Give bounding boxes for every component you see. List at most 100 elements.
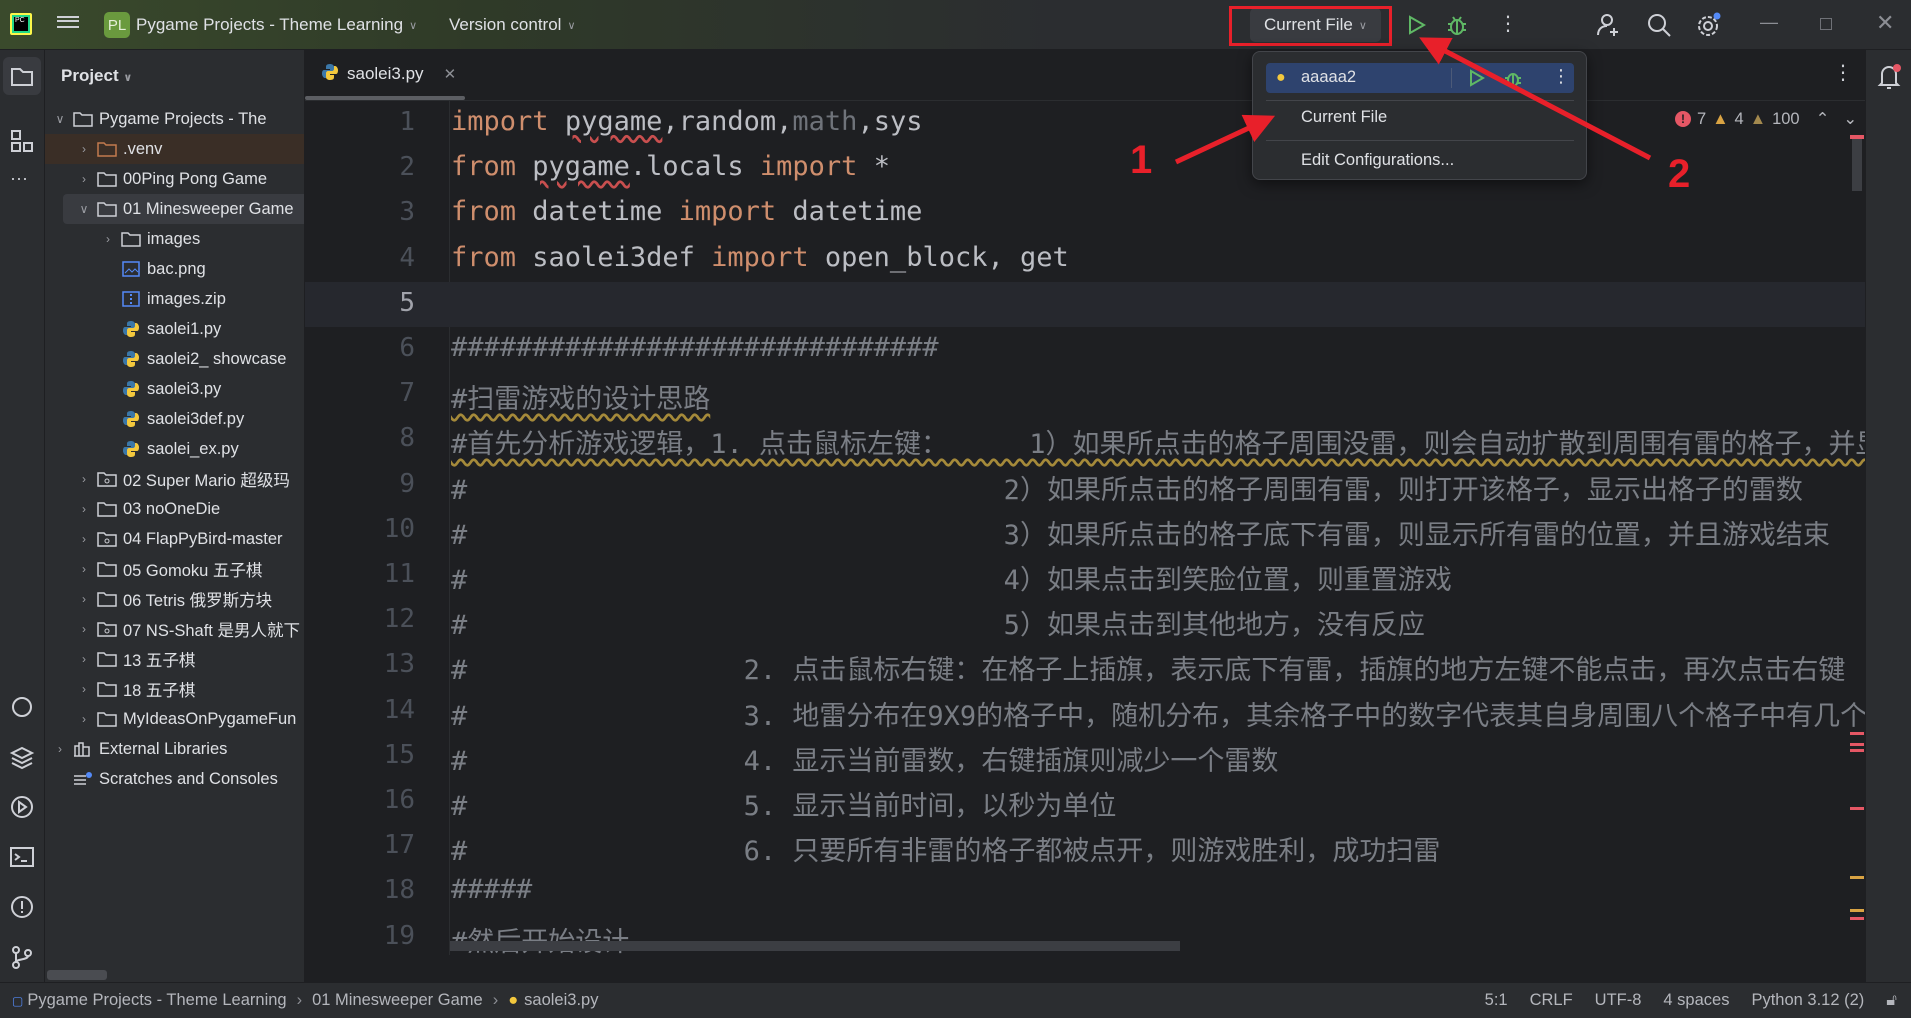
- tree-item[interactable]: Scratches and Consoles: [45, 764, 304, 794]
- code-line[interactable]: from pygame.locals import *: [451, 151, 890, 182]
- git-icon[interactable]: [9, 944, 35, 970]
- tree-item[interactable]: › 07 NS-Shaft 是男人就下: [45, 614, 304, 644]
- python-interpreter[interactable]: Python 3.12 (2): [1751, 991, 1864, 1010]
- next-problem-icon[interactable]: ⌄: [1843, 109, 1857, 129]
- tree-item[interactable]: saolei3def.py: [45, 404, 304, 434]
- code-line[interactable]: # 3）如果所点击的格子底下有雷，则显示所有雷的位置，并且游戏结束: [451, 513, 1830, 552]
- code-line[interactable]: # 5）如果点击到其他地方，没有反应: [451, 603, 1425, 642]
- tree-item[interactable]: › 13 五子棋: [45, 644, 304, 674]
- inspection-widget[interactable]: ! 7 ▲ 4 ▲ 100 ⌃ ⌄: [1675, 109, 1857, 129]
- tree-item[interactable]: › 03 noOneDie: [45, 494, 304, 524]
- code-line[interactable]: # 4）如果点击到笑脸位置，则重置游戏: [451, 558, 1452, 597]
- code-line[interactable]: # 3. 地雷分布在9X9的格子中，随机分布，其余格子中的数字代表其自身周围八个…: [451, 694, 1865, 733]
- lock-icon[interactable]: 🔓︎: [1886, 991, 1897, 1010]
- layers-icon[interactable]: [9, 744, 35, 770]
- close-tab-icon[interactable]: ✕: [444, 65, 457, 83]
- tree-item[interactable]: images.zip: [45, 284, 304, 314]
- chevron-right-icon[interactable]: ›: [77, 532, 91, 546]
- tab-saolei3[interactable]: saolei3.py ✕: [321, 50, 456, 98]
- tree-item[interactable]: bac.png: [45, 254, 304, 284]
- code-line[interactable]: # 4. 显示当前雷数，右键插旗则减少一个雷数: [451, 739, 1278, 778]
- tree-item[interactable]: › 18 五子棋: [45, 674, 304, 704]
- vertical-scrollbar-thumb[interactable]: [1852, 137, 1862, 191]
- tree-item[interactable]: › 00Ping Pong Game: [45, 164, 304, 194]
- terminal-icon[interactable]: [9, 844, 35, 870]
- run-config-debug-icon[interactable]: [1502, 67, 1524, 89]
- minimize-button[interactable]: —: [1760, 12, 1778, 33]
- tree-horizontal-scrollbar[interactable]: [47, 970, 107, 980]
- settings-gear-icon[interactable]: [1695, 11, 1723, 39]
- code-line[interactable]: #首先分析游戏逻辑，1. 点击鼠标左键： 1）如果所点击的格子周围没雷，则会自动…: [451, 422, 1865, 461]
- caret-position[interactable]: 5:1: [1485, 991, 1508, 1010]
- run-icon[interactable]: [1404, 13, 1428, 37]
- tree-item[interactable]: ∨ Pygame Projects - The: [45, 104, 304, 134]
- structure-icon[interactable]: [9, 128, 35, 154]
- chevron-right-icon[interactable]: ›: [101, 232, 115, 246]
- tab-more-icon[interactable]: ⋮: [1833, 60, 1853, 85]
- version-control-menu[interactable]: Version control ∨: [449, 0, 576, 50]
- project-panel-title[interactable]: Project ∨: [61, 66, 132, 86]
- restore-button[interactable]: [1820, 18, 1832, 30]
- tree-item[interactable]: › 02 Super Mario 超级玛: [45, 464, 304, 494]
- chevron-down-icon[interactable]: ∨: [77, 202, 91, 216]
- add-user-icon[interactable]: [1596, 12, 1622, 38]
- chevron-right-icon[interactable]: ›: [77, 502, 91, 516]
- file-encoding[interactable]: UTF-8: [1595, 991, 1642, 1010]
- tree-item[interactable]: › .venv: [45, 134, 304, 164]
- tree-item[interactable]: saolei3.py: [45, 374, 304, 404]
- problems-icon[interactable]: [9, 894, 35, 920]
- tree-item[interactable]: › images: [45, 224, 304, 254]
- chevron-right-icon[interactable]: ›: [77, 622, 91, 636]
- code-line[interactable]: # 2. 点击鼠标右键：在格子上插旗，表示底下有雷，插旗的地方左键不能点击，再次…: [451, 648, 1845, 687]
- chevron-right-icon[interactable]: ›: [77, 592, 91, 606]
- chevron-right-icon[interactable]: ›: [77, 142, 91, 156]
- chevron-right-icon[interactable]: ›: [77, 682, 91, 696]
- code-line[interactable]: ##############################: [451, 332, 939, 363]
- code-line[interactable]: from datetime import datetime: [451, 196, 922, 227]
- debug-icon[interactable]: [1444, 12, 1470, 38]
- services-run-icon[interactable]: [9, 794, 35, 820]
- run-config-run-icon[interactable]: [1466, 68, 1486, 88]
- pinned-config-aaaaa2[interactable]: ● aaaaa2 ⋮: [1266, 63, 1574, 93]
- chevron-right-icon[interactable]: ›: [77, 472, 91, 486]
- chevron-down-icon[interactable]: ∨: [53, 112, 67, 126]
- chevron-right-icon[interactable]: ›: [77, 652, 91, 666]
- code-line[interactable]: #####: [451, 874, 532, 905]
- project-switcher[interactable]: PL Pygame Projects - Theme Learning ∨: [104, 0, 417, 50]
- breadcrumb-folder[interactable]: 01 Minesweeper Game: [312, 991, 483, 1010]
- code-line[interactable]: #扫雷游戏的设计思路: [451, 377, 710, 416]
- chevron-right-icon[interactable]: ›: [53, 742, 67, 756]
- chevron-right-icon[interactable]: ›: [77, 712, 91, 726]
- more-actions-icon[interactable]: ⋮: [1498, 11, 1518, 36]
- tree-item[interactable]: › External Libraries: [45, 734, 304, 764]
- breadcrumb-file[interactable]: saolei3.py: [524, 991, 598, 1010]
- menu-item-edit-configurations[interactable]: Edit Configurations...: [1301, 140, 1571, 180]
- close-window-button[interactable]: ✕: [1876, 10, 1894, 36]
- tree-item[interactable]: saolei2_ showcase: [45, 344, 304, 374]
- tree-item[interactable]: saolei_ex.py: [45, 434, 304, 464]
- tree-item[interactable]: › 06 Tetris 俄罗斯方块: [45, 584, 304, 614]
- search-icon[interactable]: [1646, 12, 1672, 38]
- menu-item-current-file[interactable]: Current File: [1301, 97, 1571, 137]
- tree-item[interactable]: ∨ 01 Minesweeper Game: [63, 194, 304, 224]
- indent-setting[interactable]: 4 spaces: [1663, 991, 1729, 1010]
- code-line[interactable]: # 6. 只要所有非雷的格子都被点开，则游戏胜利，成功扫雷: [451, 829, 1440, 868]
- tree-item[interactable]: › MyIdeasOnPygameFun: [45, 704, 304, 734]
- tree-item[interactable]: › 05 Gomoku 五子棋: [45, 554, 304, 584]
- run-config-more-icon[interactable]: ⋮: [1552, 66, 1570, 87]
- main-menu-icon[interactable]: [57, 14, 79, 34]
- breadcrumb-project[interactable]: Pygame Projects - Theme Learning: [27, 991, 286, 1010]
- more-tools-icon[interactable]: ···: [10, 168, 28, 189]
- horizontal-scrollbar[interactable]: [450, 941, 1180, 951]
- chevron-right-icon[interactable]: ›: [77, 172, 91, 186]
- line-separator[interactable]: CRLF: [1530, 991, 1573, 1010]
- project-tool-button[interactable]: [3, 57, 41, 95]
- code-editor[interactable]: 1 import pygame,random,math,sys 2 from pyga…: [305, 101, 1865, 955]
- notifications-bell-icon[interactable]: [1876, 62, 1904, 92]
- code-line[interactable]: from saolei3def import open_block, get: [451, 242, 1069, 273]
- python-packages-icon[interactable]: [9, 694, 35, 720]
- code-line[interactable]: # 5. 显示当前时间，以秒为单位: [451, 784, 1116, 823]
- tree-item[interactable]: saolei1.py: [45, 314, 304, 344]
- previous-problem-icon[interactable]: ⌃: [1816, 109, 1830, 129]
- chevron-right-icon[interactable]: ›: [77, 562, 91, 576]
